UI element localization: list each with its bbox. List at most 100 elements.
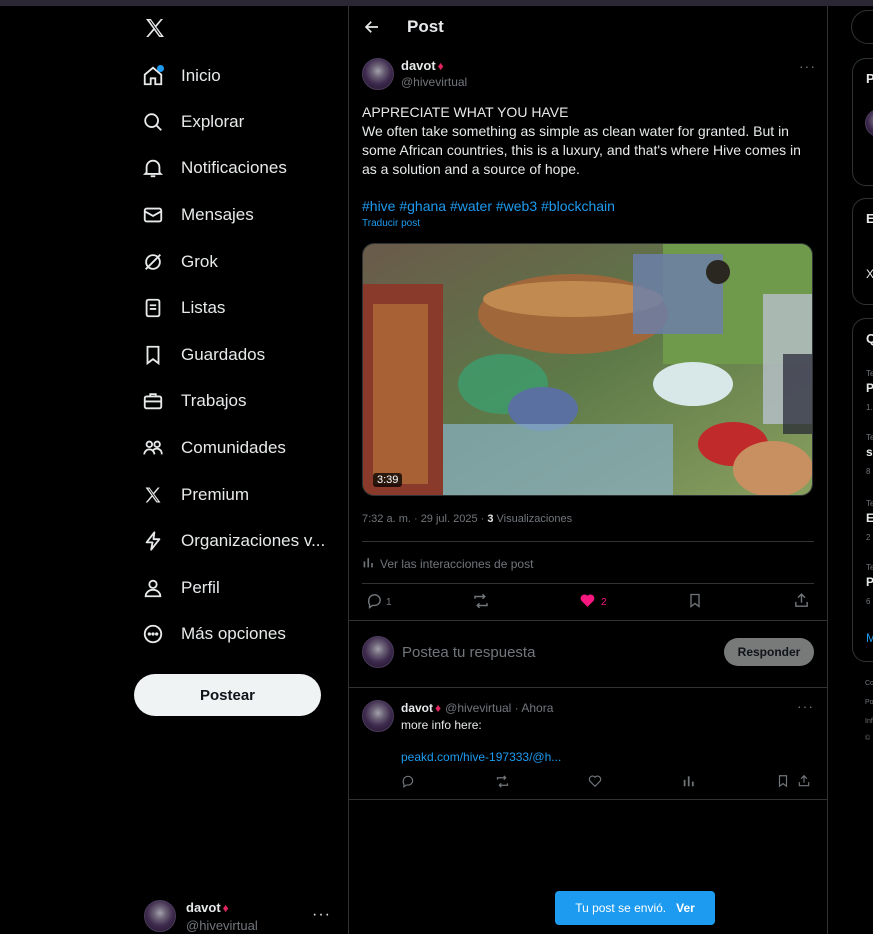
post-sent-toast: Tu post se envió. Ver bbox=[555, 891, 715, 925]
home-icon bbox=[140, 63, 166, 89]
more-circle-icon bbox=[140, 621, 166, 647]
sidebar-item-notifications[interactable]: Notificaciones bbox=[140, 148, 287, 188]
x-logo-icon[interactable] bbox=[143, 16, 167, 40]
footer-link[interactable]: Inf bbox=[865, 718, 873, 725]
trend-count: 8 bbox=[866, 467, 871, 476]
share-icon[interactable] bbox=[797, 774, 811, 793]
avatar[interactable] bbox=[362, 58, 394, 90]
like-count: 2 bbox=[601, 596, 607, 608]
reply-post[interactable]: ··· davot ♦ @hivevirtual · Ahora more inf… bbox=[362, 698, 816, 788]
post-header: Post bbox=[349, 6, 827, 48]
sidebar-item-label: Trabajos bbox=[181, 391, 247, 410]
sidebar-item-label: Premium bbox=[181, 485, 250, 504]
sidebar-item-label: Grok bbox=[181, 252, 218, 271]
reply-submit-button[interactable]: Responder bbox=[724, 638, 814, 666]
sidebar-item-lists[interactable]: Listas bbox=[140, 288, 225, 328]
right-sidebar: P E X Q Te P 1. Te s 8 Te E 2 Te P 6 M C… bbox=[828, 6, 873, 934]
repost-icon bbox=[472, 592, 490, 613]
heart-icon[interactable] bbox=[588, 774, 602, 793]
footer-link[interactable]: Po bbox=[865, 699, 873, 706]
view-interactions-link[interactable]: Ver las interacciones de post bbox=[362, 556, 533, 572]
account-handle: @hivevirtual bbox=[186, 917, 258, 933]
hive-diamond-icon: ♦ bbox=[437, 59, 444, 73]
list-icon bbox=[140, 295, 166, 321]
post-button[interactable]: Postear bbox=[134, 674, 321, 716]
sidebar-item-home[interactable]: Inicio bbox=[140, 56, 221, 96]
account-switcher[interactable]: davot ♦ @hivevirtual ··· bbox=[144, 898, 339, 934]
reply-input[interactable]: Postea tu respuesta bbox=[402, 644, 724, 661]
sidebar-item-organizations[interactable]: Organizaciones v... bbox=[140, 521, 325, 561]
analytics-icon bbox=[362, 556, 375, 572]
lightning-icon bbox=[140, 528, 166, 554]
reply-meta: @hivevirtual · Ahora bbox=[445, 701, 554, 715]
trend-category: Te bbox=[866, 369, 873, 378]
author-name[interactable]: davot bbox=[401, 58, 436, 73]
author-handle[interactable]: @hivevirtual bbox=[401, 74, 467, 90]
repost-button[interactable] bbox=[472, 592, 490, 613]
back-arrow-icon[interactable] bbox=[363, 18, 381, 36]
card-2: E X bbox=[852, 198, 873, 305]
heart-filled-icon bbox=[579, 592, 596, 612]
trend-title[interactable]: E bbox=[866, 511, 873, 525]
sidebar-item-profile[interactable]: Perfil bbox=[140, 568, 220, 608]
grok-icon bbox=[140, 249, 166, 275]
post-actions: 1 2 bbox=[362, 592, 814, 614]
trend-category: Te bbox=[866, 499, 873, 508]
search-input[interactable] bbox=[851, 10, 873, 44]
show-more-link[interactable]: M bbox=[866, 631, 873, 645]
bookmark-icon bbox=[687, 592, 703, 612]
divider bbox=[349, 687, 828, 688]
sidebar-item-more[interactable]: Más opciones bbox=[140, 614, 286, 654]
more-icon[interactable]: ··· bbox=[799, 58, 816, 74]
sidebar-item-explore[interactable]: Explorar bbox=[140, 102, 244, 142]
reply-link[interactable]: peakd.com/hive-197333/@h... bbox=[401, 749, 816, 766]
page-title: Post bbox=[407, 17, 444, 36]
analytics-icon[interactable] bbox=[682, 774, 696, 793]
card-text: X bbox=[866, 267, 873, 281]
share-button[interactable] bbox=[793, 592, 810, 612]
avatar bbox=[865, 109, 873, 137]
trend-title[interactable]: s bbox=[866, 445, 873, 459]
trend-category: Te bbox=[866, 563, 873, 572]
more-icon[interactable]: ··· bbox=[312, 906, 331, 924]
toast-view-link[interactable]: Ver bbox=[676, 901, 695, 915]
main-column: Post davot ♦ @hivevirtual ··· APPRECIATE … bbox=[348, 6, 828, 934]
bell-icon bbox=[140, 155, 166, 181]
hashtags[interactable]: #hive #ghana #water #web3 #blockchain bbox=[362, 198, 816, 214]
video-player[interactable]: 3:39 bbox=[362, 243, 813, 496]
translate-link[interactable]: Traducir post bbox=[362, 218, 816, 229]
sidebar-item-label: Organizaciones v... bbox=[181, 531, 326, 550]
bookmark-button[interactable] bbox=[687, 592, 703, 612]
sidebar-item-jobs[interactable]: Trabajos bbox=[140, 381, 247, 421]
reply-button[interactable]: 1 bbox=[366, 592, 392, 612]
envelope-icon bbox=[140, 202, 166, 228]
sidebar-item-messages[interactable]: Mensajes bbox=[140, 195, 254, 235]
sidebar-item-grok[interactable]: Grok bbox=[140, 242, 218, 282]
like-button[interactable]: 2 bbox=[579, 592, 607, 612]
sidebar-item-bookmarks[interactable]: Guardados bbox=[140, 335, 265, 375]
post-text: APPRECIATE WHAT YOU HAVE We often take s… bbox=[362, 103, 816, 179]
video-duration: 3:39 bbox=[373, 473, 403, 487]
reply-icon[interactable] bbox=[401, 774, 415, 793]
trend-count: 6 bbox=[866, 597, 871, 606]
reply-author-name[interactable]: davot bbox=[401, 700, 433, 717]
repost-icon[interactable] bbox=[495, 774, 510, 794]
trend-title[interactable]: P bbox=[866, 381, 873, 395]
avatar bbox=[144, 900, 176, 932]
reply-text: more info here: bbox=[401, 718, 482, 732]
post-timestamp[interactable]: 7:32 a. m. · 29 jul. 2025 · bbox=[362, 513, 487, 525]
sidebar-item-label: Comunidades bbox=[181, 438, 286, 457]
video-thumbnail bbox=[363, 244, 812, 495]
trend-title[interactable]: P bbox=[866, 575, 873, 589]
bookmark-icon[interactable] bbox=[776, 774, 790, 793]
divider bbox=[349, 620, 828, 621]
sidebar-item-premium[interactable]: Premium bbox=[140, 475, 249, 515]
account-name: davot bbox=[186, 899, 221, 915]
more-icon[interactable]: ··· bbox=[797, 698, 814, 714]
sidebar-item-label: Inicio bbox=[181, 66, 221, 85]
footer-link[interactable]: Co bbox=[865, 680, 873, 687]
briefcase-icon bbox=[140, 388, 166, 414]
reply-composer: Postea tu respuesta Responder bbox=[362, 635, 814, 669]
avatar[interactable] bbox=[362, 700, 394, 732]
sidebar-item-communities[interactable]: Comunidades bbox=[140, 428, 286, 468]
